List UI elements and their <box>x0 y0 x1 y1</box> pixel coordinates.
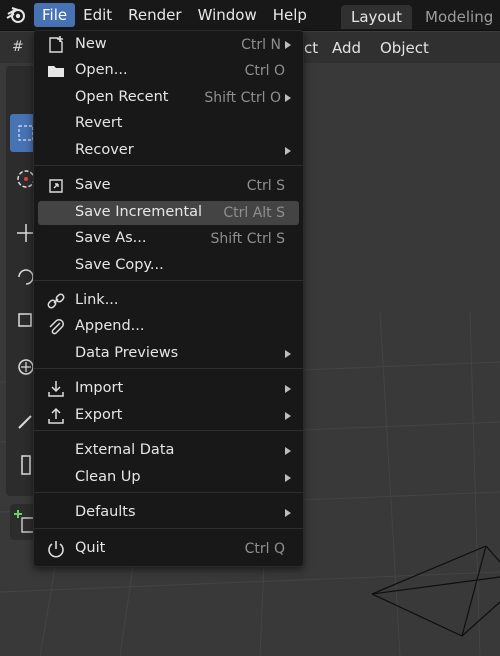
paperclip-icon <box>46 317 66 337</box>
menu-item-label: New <box>75 36 107 52</box>
menu-item-label: Recover <box>75 142 134 158</box>
menu-item-quit[interactable]: Quit Ctrl Q <box>38 537 299 561</box>
menu-item-label: Link... <box>75 292 119 308</box>
editor-type-icon[interactable]: # <box>12 39 24 55</box>
menu-item-shortcut: Shift Ctrl S <box>210 231 285 247</box>
menu-item-import[interactable]: Import <box>38 377 299 401</box>
menu-window[interactable]: Window <box>190 3 265 27</box>
folder-icon <box>46 61 66 81</box>
menu-file[interactable]: File <box>34 3 76 27</box>
menu-separator <box>34 430 303 431</box>
menu-item-new[interactable]: New Ctrl N <box>38 33 299 57</box>
blender-logo-icon[interactable] <box>0 0 34 31</box>
new-file-icon <box>46 35 66 55</box>
menu-item-label: Export <box>75 407 123 423</box>
save-icon <box>46 176 66 196</box>
tab-modeling[interactable]: Modeling <box>415 5 500 29</box>
submenu-arrow-icon <box>285 350 291 358</box>
submenu-arrow-icon <box>285 41 291 49</box>
submenu-arrow-icon <box>285 447 291 455</box>
menu-item-recover[interactable]: Recover <box>38 139 299 163</box>
menu-separator <box>34 368 303 369</box>
menu-item-label: Quit <box>75 540 106 556</box>
menu-item-data-previews[interactable]: Data Previews <box>38 342 299 366</box>
menu-help[interactable]: Help <box>265 3 315 27</box>
menu-item-label: Save Incremental <box>75 204 203 220</box>
submenu-arrow-icon <box>285 147 291 155</box>
menu-add[interactable]: Add <box>332 39 361 57</box>
menu-item-label: Save <box>75 177 111 193</box>
menu-item-label: Open Recent <box>75 89 169 105</box>
menu-item-label: Clean Up <box>75 469 141 485</box>
power-icon <box>46 539 66 559</box>
menu-item-label: Import <box>75 380 124 396</box>
submenu-arrow-icon <box>285 385 291 393</box>
menu-item-save-as[interactable]: Save As... Shift Ctrl S <box>38 227 299 251</box>
menu-item-shortcut: Ctrl Alt S <box>223 205 285 221</box>
menu-item-external-data[interactable]: External Data <box>38 439 299 463</box>
menu-render[interactable]: Render <box>120 3 189 27</box>
menu-item-save-copy[interactable]: Save Copy... <box>38 254 299 278</box>
submenu-arrow-icon <box>285 474 291 482</box>
submenu-arrow-icon <box>285 412 291 420</box>
menu-item-label: Save Copy... <box>75 257 164 273</box>
menu-object[interactable]: Object <box>380 39 429 57</box>
menu-item-label: Save As... <box>75 230 147 246</box>
menu-item-label: Append... <box>75 318 145 334</box>
export-icon <box>46 406 66 426</box>
menu-separator <box>34 165 303 166</box>
menu-item-label: External Data <box>75 442 175 458</box>
menu-item-clean-up[interactable]: Clean Up <box>38 466 299 490</box>
menu-edit[interactable]: Edit <box>75 3 120 27</box>
menu-item-save[interactable]: Save Ctrl S <box>38 174 299 198</box>
menu-item-open[interactable]: Open... Ctrl O <box>38 59 299 83</box>
menu-item-label: Revert <box>75 115 123 131</box>
link-icon <box>46 291 66 311</box>
menu-item-export[interactable]: Export <box>38 404 299 428</box>
menu-separator <box>34 528 303 529</box>
menu-select-partial[interactable]: ct <box>304 39 318 57</box>
submenu-arrow-icon <box>285 94 291 102</box>
submenu-arrow-icon <box>285 509 291 517</box>
menu-item-link[interactable]: Link... <box>38 289 299 313</box>
camera-wireframe <box>371 545 500 637</box>
import-icon <box>46 379 66 399</box>
menu-item-label: Open... <box>75 62 128 78</box>
menu-item-label: Defaults <box>75 504 136 520</box>
menu-item-save-incremental[interactable]: Save Incremental Ctrl Alt S <box>38 201 299 225</box>
menu-item-label: Data Previews <box>75 345 179 361</box>
menu-item-shortcut: Ctrl O <box>244 63 285 79</box>
menu-separator <box>34 492 303 493</box>
menu-item-shortcut: Ctrl N <box>241 37 281 53</box>
menu-separator <box>34 280 303 281</box>
menu-item-shortcut: Ctrl Q <box>244 541 285 557</box>
menu-item-shortcut: Ctrl S <box>246 178 285 194</box>
tab-layout[interactable]: Layout <box>341 5 412 29</box>
menu-item-defaults[interactable]: Defaults <box>38 501 299 525</box>
top-menu-bar: File Edit Render Window Help Layout Mode… <box>0 0 500 31</box>
menu-item-append[interactable]: Append... <box>38 315 299 339</box>
menu-item-shortcut: Shift Ctrl O <box>204 90 281 106</box>
file-menu-dropdown: New Ctrl N Open... Ctrl O Open Recent Shift C… <box>33 30 304 567</box>
menu-item-revert[interactable]: Revert <box>38 112 299 136</box>
menu-item-open-recent[interactable]: Open Recent Shift Ctrl O <box>38 86 299 110</box>
